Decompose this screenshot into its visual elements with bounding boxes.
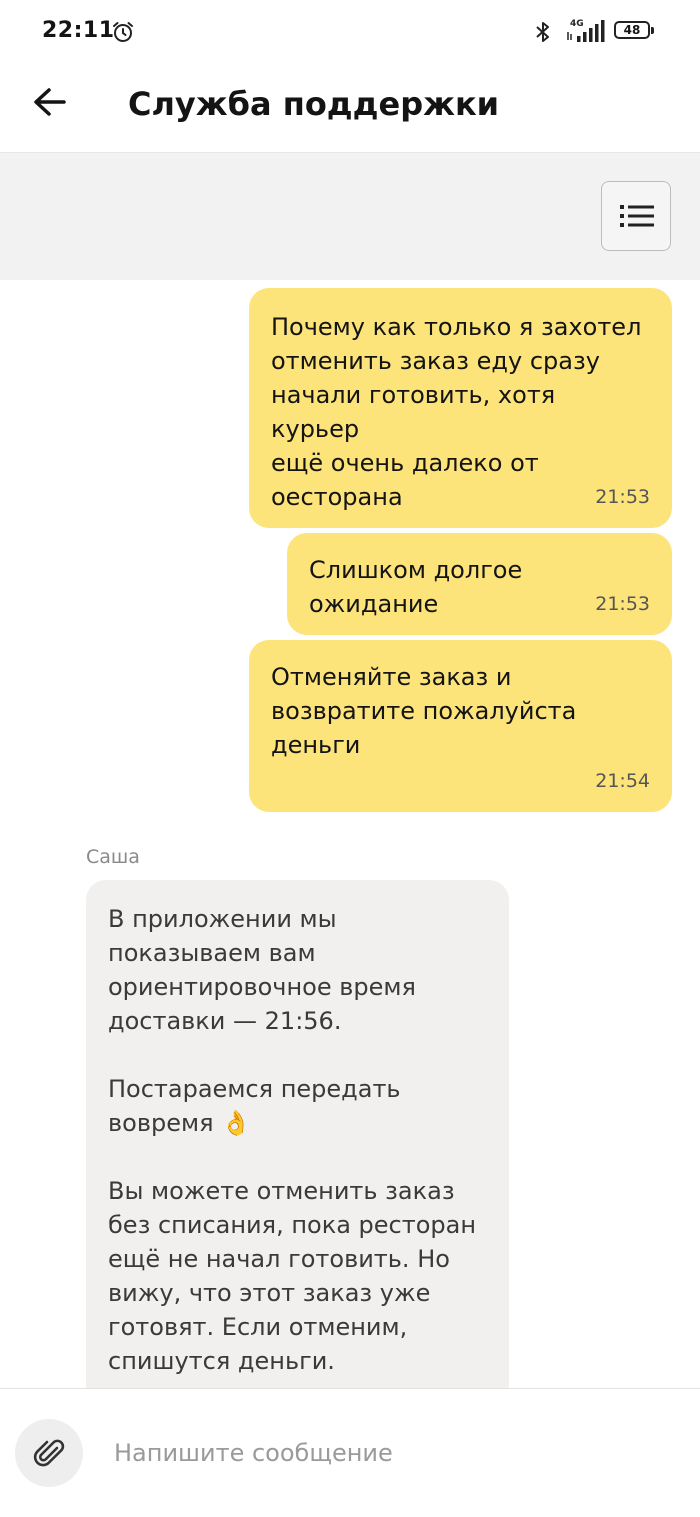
list-icon (620, 205, 654, 227)
signal-icon: 4G (567, 19, 605, 42)
message-incoming[interactable]: В приложении мы показываем вам ориентиро… (86, 880, 509, 1420)
message-outgoing[interactable]: Отменяйте заказ и возвратите пожалуйста … (249, 640, 672, 812)
arrow-left-icon (34, 88, 66, 116)
message-text: Отменяйте заказ и возвратите пожалуйста … (271, 663, 577, 759)
status-time: 22:11 (42, 18, 115, 43)
bluetooth-icon (536, 22, 549, 42)
message-input[interactable] (114, 1433, 674, 1473)
back-button[interactable] (22, 80, 78, 136)
attach-button[interactable] (15, 1419, 83, 1487)
message-outgoing[interactable]: Слишком долгое ожидание 21:53 (287, 533, 672, 635)
battery-icon: 48 (614, 21, 656, 41)
page-title: Служба поддержки (128, 85, 500, 123)
message-composer (0, 1388, 700, 1517)
paperclip-icon (33, 1439, 65, 1467)
network-type-label: 4G (570, 19, 584, 29)
status-bar: 22:11 4G 48 (0, 0, 700, 66)
message-time: 21:53 (595, 486, 650, 508)
menu-button[interactable] (601, 181, 671, 251)
battery-level: 48 (623, 23, 641, 37)
app-header: Служба поддержки (0, 66, 700, 152)
message-outgoing[interactable]: Почему как только я захотел отменить зак… (249, 288, 672, 528)
message-time: 21:54 (595, 770, 650, 792)
message-text: Почему как только я захотел отменить зак… (271, 313, 642, 511)
sender-name: Саша (86, 846, 140, 868)
message-text: В приложении мы показываем вам ориентиро… (108, 905, 477, 1375)
message-time: 21:53 (595, 593, 650, 615)
chat-toolbar (0, 152, 700, 280)
alarm-icon (113, 22, 133, 42)
